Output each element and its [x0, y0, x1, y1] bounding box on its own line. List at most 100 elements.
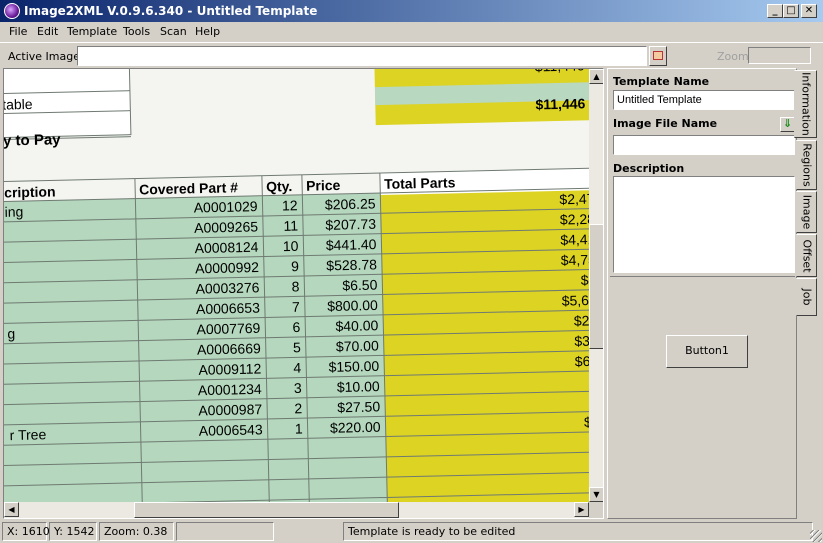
- row-quantity: 8: [291, 278, 299, 294]
- image-file-name-input[interactable]: [613, 135, 795, 155]
- maximize-button[interactable]: □: [783, 4, 799, 18]
- row-part-number: A0000992: [195, 259, 259, 276]
- resize-grip-icon[interactable]: [810, 530, 822, 542]
- status-bar: X: 1610 Y: 1542 Zoom: 0.38 Template is r…: [0, 520, 823, 543]
- row-price: $220.00: [330, 419, 381, 436]
- row-total: $35: [574, 333, 589, 350]
- image-viewport[interactable]: tabley to Pay$11,446$11,446criptionCover…: [3, 68, 604, 519]
- panel-divider: [610, 276, 795, 277]
- tab-regions-label: Regions: [800, 143, 813, 187]
- row-part-number: A0009265: [194, 218, 258, 235]
- template-name-input[interactable]: [613, 90, 795, 110]
- tab-job-label: Job: [800, 288, 813, 306]
- scroll-down-button[interactable]: ▼: [589, 487, 603, 502]
- title-bar[interactable]: Image2XML V.0.9.6.340 - Untitled Templat…: [0, 0, 823, 22]
- menu-help[interactable]: Help: [195, 25, 220, 38]
- status-zoom: Zoom: 0.38: [99, 522, 174, 541]
- tab-image-label: Image: [800, 194, 813, 230]
- status-x: X: 1610: [2, 522, 50, 541]
- header-price: Price: [306, 177, 341, 194]
- top-row-label: y to Pay: [4, 131, 61, 149]
- row-part-number: A0009112: [198, 360, 261, 377]
- menu-template[interactable]: Template: [67, 25, 117, 38]
- folder-open-icon: [653, 51, 663, 60]
- header-qty: Qty.: [266, 178, 293, 195]
- row-quantity: 6: [292, 319, 300, 335]
- row-total: $5: [581, 272, 589, 288]
- row-total: $5,60: [562, 292, 589, 309]
- toolbar: Active Image: Zoom:: [0, 42, 823, 68]
- scanned-document-image[interactable]: tabley to Pay$11,446$11,446criptionCover…: [4, 69, 589, 502]
- download-arrow-icon[interactable]: ⇓: [780, 117, 795, 132]
- row-price: $528.78: [326, 256, 377, 273]
- row-quantity: 7: [292, 299, 300, 315]
- description-textarea[interactable]: [613, 176, 795, 273]
- close-button[interactable]: ✕: [801, 4, 817, 18]
- header-part: Covered Part #: [139, 179, 238, 197]
- row-quantity: 9: [291, 258, 299, 274]
- row-part-number: A0008124: [194, 239, 258, 256]
- menu-edit[interactable]: Edit: [37, 25, 58, 38]
- row-price: $800.00: [327, 297, 378, 314]
- horizontal-scroll-thumb[interactable]: [134, 502, 399, 518]
- window-title: Image2XML V.0.9.6.340 - Untitled Templat…: [24, 4, 318, 18]
- row-price: $27.50: [337, 398, 380, 415]
- row-price: $441.40: [326, 236, 377, 253]
- template-info-panel: Template Name Image File Name ⇓ Descript…: [605, 68, 797, 519]
- horizontal-scrollbar[interactable]: ◀ ▶: [4, 502, 589, 518]
- row-total: $24: [574, 312, 589, 329]
- row-price: $70.00: [336, 337, 379, 354]
- row-part-number: A0007769: [196, 320, 260, 337]
- row-part-number: A0000987: [198, 401, 262, 418]
- row-part-number: A0003276: [195, 279, 259, 296]
- row-price: $206.25: [325, 195, 376, 212]
- row-part-number: A0006653: [196, 300, 260, 317]
- row-price: $150.00: [328, 358, 379, 375]
- template-name-label: Template Name: [613, 75, 710, 88]
- row-quantity: 2: [294, 400, 302, 416]
- row-quantity: 4: [293, 360, 301, 376]
- scroll-right-button[interactable]: ▶: [574, 502, 589, 517]
- status-y: Y: 1542: [49, 522, 97, 541]
- row-quantity: 12: [282, 197, 298, 213]
- row-quantity: 10: [283, 238, 299, 254]
- row-price: $6.50: [342, 277, 378, 294]
- row-quantity: 11: [283, 217, 298, 233]
- tab-job[interactable]: Job: [796, 278, 817, 316]
- tab-information-label: Information: [799, 72, 812, 136]
- row-total: $4,75: [561, 251, 589, 268]
- header-total: Total Parts: [384, 174, 456, 192]
- row-part-number: A0006669: [197, 340, 261, 357]
- button1[interactable]: Button1: [666, 335, 748, 368]
- status-message: Template is ready to be edited: [343, 522, 813, 541]
- row-quantity: 1: [295, 420, 303, 436]
- row-price: $207.73: [325, 216, 376, 233]
- top-row-label: table: [4, 96, 33, 113]
- row-description: g: [7, 325, 15, 341]
- row-description: ing: [4, 203, 23, 219]
- active-image-input[interactable]: [77, 46, 647, 66]
- menu-file[interactable]: File: [9, 25, 27, 38]
- header-description: cription: [4, 183, 56, 200]
- tab-image[interactable]: Image: [796, 191, 817, 233]
- tab-information[interactable]: Information: [794, 70, 817, 138]
- row-price: $10.00: [337, 378, 380, 395]
- row-quantity: 5: [293, 339, 301, 355]
- tab-offset[interactable]: Offset: [796, 234, 817, 277]
- zoom-input[interactable]: [748, 47, 811, 64]
- information-panel: Template Name Image File Name ⇓ Descript…: [607, 68, 797, 519]
- vertical-scroll-thumb[interactable]: [589, 224, 603, 349]
- menu-bar: File Edit Template Tools Scan Help: [0, 22, 823, 42]
- minimize-button[interactable]: _: [767, 4, 783, 18]
- image-file-name-label: Image File Name: [613, 117, 718, 130]
- tab-regions[interactable]: Regions: [796, 140, 817, 190]
- row-total: $4,41: [560, 231, 589, 248]
- row-total: $2,47: [559, 190, 589, 207]
- menu-tools[interactable]: Tools: [123, 25, 150, 38]
- row-part-number: A0006543: [199, 421, 263, 438]
- browse-image-button[interactable]: [649, 46, 667, 66]
- scroll-left-button[interactable]: ◀: [4, 502, 19, 517]
- vertical-scrollbar[interactable]: ▲ ▼: [589, 69, 603, 502]
- menu-scan[interactable]: Scan: [160, 25, 187, 38]
- scroll-up-button[interactable]: ▲: [589, 69, 603, 84]
